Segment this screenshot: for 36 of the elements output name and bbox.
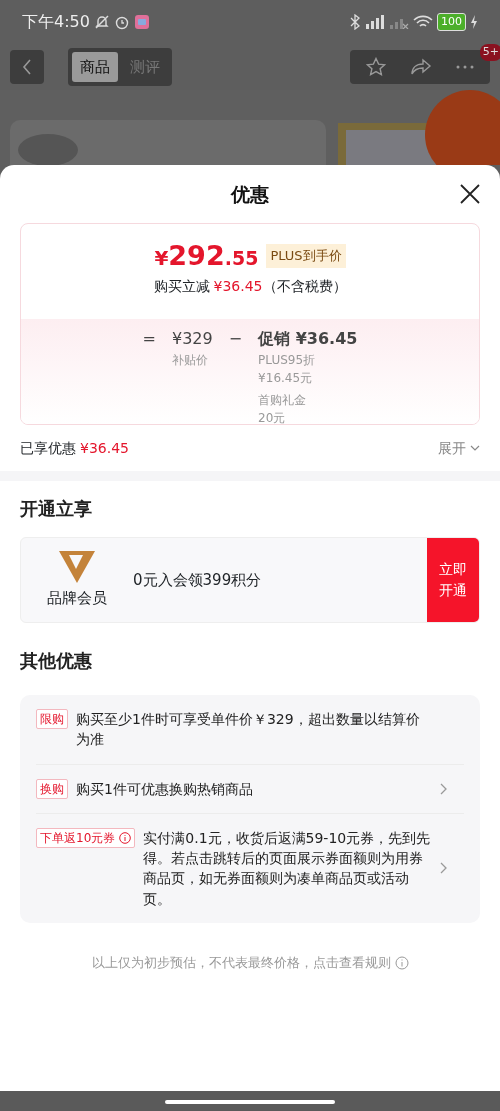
offer-row[interactable]: 下单返10元券 实付满0.1元，收货后返满59-10元券，先到先得。若点击跳转后的页面展示券面额则为用券商品页，如无券面额则为凑单商品页或活动页。 (36, 813, 464, 924)
minus-sign: − (228, 328, 243, 350)
price: ¥292.55 (154, 240, 259, 273)
section-heading: 开通立享 (19, 497, 93, 521)
promo-total: 促销 ¥36.45 (258, 328, 358, 350)
membership-offer: 0元入会领399积分 (133, 569, 262, 591)
offer-tag: 下单返10元券 (36, 827, 136, 848)
promo-amount: 20元 (258, 410, 287, 424)
saving-amount: ¥36.45 (213, 277, 263, 297)
discount-amount: ¥36.45 (80, 438, 129, 458)
price-tag: PLUS到手价 (266, 244, 346, 268)
notification-badge: 5+ (479, 44, 500, 61)
promo-name: 首购礼金 (258, 392, 308, 409)
expand-button[interactable]: 展开 (438, 437, 480, 459)
equals-sign: = (142, 328, 156, 350)
brand-label: 品牌会员 (47, 587, 107, 609)
offer-text: 购买1件可优惠换购热销商品 (76, 779, 254, 799)
saving-note: （不含税费） (262, 277, 347, 297)
battery-indicator: 100 (437, 12, 466, 32)
base-price-label: 补贴价 (172, 352, 209, 369)
status-time: 下午4:50 (22, 11, 90, 33)
offer-tag: 换购 (36, 778, 68, 799)
offer-row[interactable]: 限购 购买至少1件时可享受单件价￥329，超出数量以结算价为准 (36, 695, 464, 765)
base-price: ¥329 (172, 328, 213, 350)
offer-tag: 限购 (36, 709, 68, 729)
tab[interactable]: 商品 (72, 51, 118, 83)
section-heading: 其他优惠 (19, 649, 93, 673)
discount-label: 已享优惠 (20, 438, 76, 458)
sheet-title: 优惠 (231, 181, 269, 207)
offer-row[interactable]: 换购 购买1件可优惠换购热销商品 (36, 764, 464, 814)
offer-text: 购买至少1件时可享受单件价￥329，超出数量以结算价为准 (76, 710, 421, 750)
join-button[interactable]: 立即开通 (427, 538, 479, 622)
offer-text: 实付满0.1元，收货后返满59-10元券，先到先得。若点击跳转后的页面展示券面额则为用券商品页，如无券面额则为凑单商品页或活动页。 (143, 828, 432, 909)
promo-name: PLUS95折 (258, 352, 317, 369)
saving-label: 购买立减 (153, 277, 210, 297)
promo-amount: ¥16.45元 (258, 370, 314, 387)
